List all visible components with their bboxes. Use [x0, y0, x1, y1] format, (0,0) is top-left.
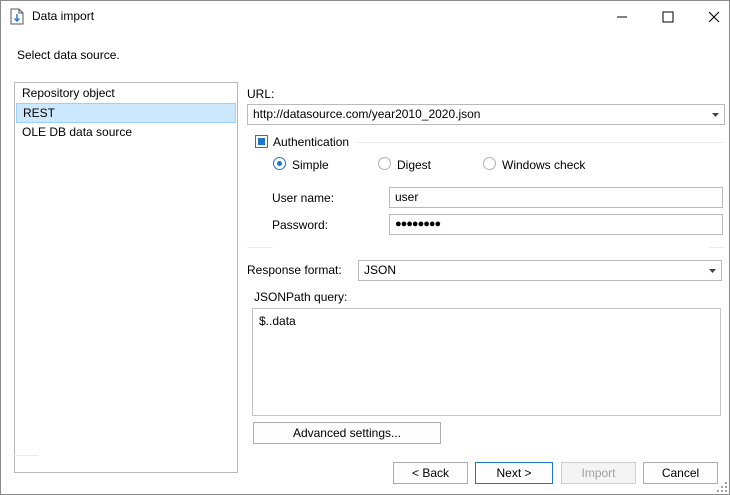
- advanced-settings-button[interactable]: Advanced settings...: [253, 422, 441, 444]
- response-format-label: Response format:: [247, 263, 342, 277]
- radio-simple[interactable]: [273, 157, 286, 170]
- authentication-group-line: [355, 142, 725, 143]
- url-label: URL:: [247, 87, 275, 101]
- response-format-value: JSON: [364, 263, 397, 277]
- close-button[interactable]: [691, 1, 730, 32]
- back-button[interactable]: < Back: [393, 462, 468, 484]
- window-title: Data import: [32, 9, 95, 23]
- chevron-down-icon: [709, 269, 716, 273]
- data-source-list[interactable]: Repository object REST OLE DB data sourc…: [14, 82, 238, 473]
- source-item-repository-object[interactable]: Repository object: [16, 84, 236, 104]
- group-bottom-line-left: [247, 247, 273, 248]
- password-label: Password:: [272, 218, 329, 232]
- data-import-dialog: Data import Select data source. Reposito…: [0, 0, 730, 495]
- minimize-icon: [617, 16, 627, 17]
- next-button[interactable]: Next >: [475, 462, 553, 484]
- group-bottom-line-right: [709, 247, 725, 248]
- password-input[interactable]: ●●●●●●●●: [389, 214, 723, 235]
- close-icon: [708, 11, 720, 22]
- url-combobox[interactable]: http://datasource.com/year2010_2020.json: [247, 104, 725, 125]
- minimize-button[interactable]: [599, 1, 645, 32]
- radio-windows-check-label: Windows check: [502, 158, 586, 172]
- source-item-rest[interactable]: REST: [16, 103, 236, 123]
- authentication-checkbox[interactable]: [255, 135, 268, 148]
- authentication-label: Authentication: [273, 135, 350, 149]
- import-button: Import: [561, 462, 636, 484]
- jsonpath-query-textarea[interactable]: $..data: [252, 308, 721, 416]
- cancel-button[interactable]: Cancel: [643, 462, 718, 484]
- radio-digest[interactable]: [378, 157, 391, 170]
- jsonpath-label: JSONPath query:: [254, 290, 348, 304]
- dialog-body: Select data source. Repository object RE…: [1, 32, 729, 494]
- title-bar: Data import: [1, 1, 729, 32]
- radio-simple-label: Simple: [292, 158, 329, 172]
- footer-line: [14, 455, 38, 456]
- username-label: User name:: [272, 191, 335, 205]
- instruction-text: Select data source.: [17, 48, 120, 62]
- maximize-icon: [662, 11, 674, 22]
- username-input[interactable]: user: [389, 187, 723, 208]
- radio-windows-check[interactable]: [483, 157, 496, 170]
- source-item-ole-db[interactable]: OLE DB data source: [16, 123, 236, 143]
- radio-digest-label: Digest: [397, 158, 432, 172]
- resize-grip-icon[interactable]: [717, 482, 727, 492]
- url-value: http://datasource.com/year2010_2020.json: [253, 107, 481, 121]
- maximize-button[interactable]: [645, 1, 691, 32]
- response-format-combobox[interactable]: JSON: [358, 260, 722, 281]
- chevron-down-icon: [712, 113, 719, 117]
- import-document-icon: [10, 8, 24, 25]
